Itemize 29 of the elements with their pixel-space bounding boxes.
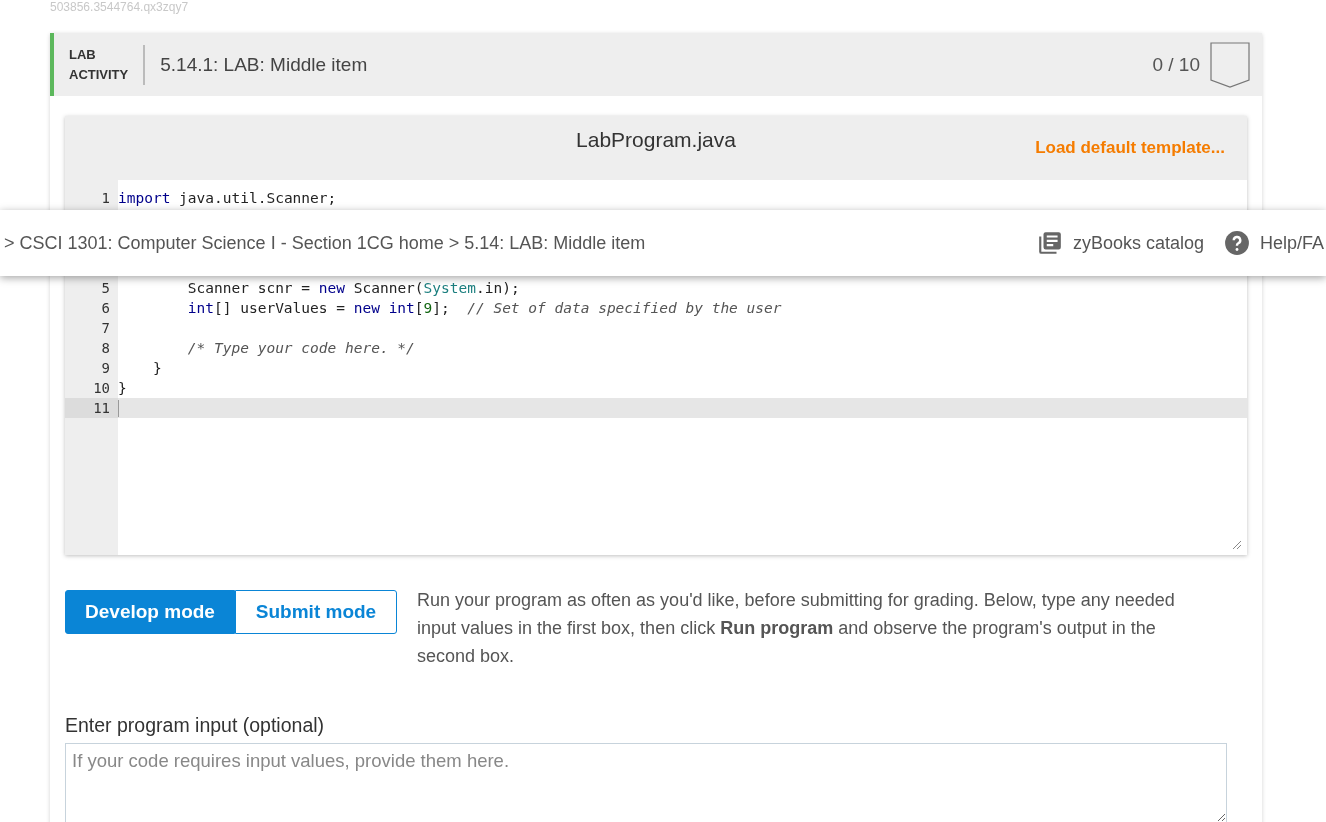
line-number: 1 — [100, 189, 111, 208]
mode-tab[interactable]: Develop mode — [65, 590, 235, 634]
line-number: 10 — [92, 379, 111, 398]
line-number: 5 — [100, 279, 111, 298]
line-number: 7 — [100, 319, 111, 338]
input-label: Enter program input (optional) — [65, 714, 326, 737]
badge-icon — [1210, 41, 1250, 88]
resize-grip-icon[interactable] — [1233, 541, 1241, 549]
code-text: Scanner scnr = new Scanner(System.in); — [186, 280, 520, 296]
line-number: 9 — [100, 359, 111, 378]
book-icon — [1036, 230, 1063, 256]
code-text: } — [118, 380, 127, 396]
code-text: } — [151, 360, 162, 376]
input-field[interactable]: If your code requires input values, provide them here. — [65, 743, 1227, 822]
activity-type: LAB ACTIVITY — [69, 44, 146, 85]
code-text: int[] userValues = new int[9]; // Set of data specified by the user — [186, 300, 782, 316]
code-text: import java.util.Scanner; — [118, 190, 337, 206]
text-cursor — [118, 399, 119, 417]
code-text: /* Type your code here. */ — [186, 340, 415, 356]
line-number: 6 — [100, 299, 111, 318]
catalog-link[interactable]: zyBooks catalog — [1036, 230, 1204, 256]
activity-title: 5.14.1: LAB: Middle item — [160, 53, 369, 76]
mode-tab[interactable]: Submit mode — [235, 590, 397, 634]
line-number: 11 — [65, 398, 118, 418]
line-number: 8 — [100, 339, 111, 358]
instructions: Run your program as often as you'd like, before submitting for grading. Below, type any needed input values in the first box, then click Run program and observe the program's output in the second box. — [417, 589, 1176, 668]
file-name: LabProgram.java — [576, 128, 736, 153]
score: 0 / 10 — [1152, 53, 1200, 76]
help-icon — [1223, 230, 1250, 256]
